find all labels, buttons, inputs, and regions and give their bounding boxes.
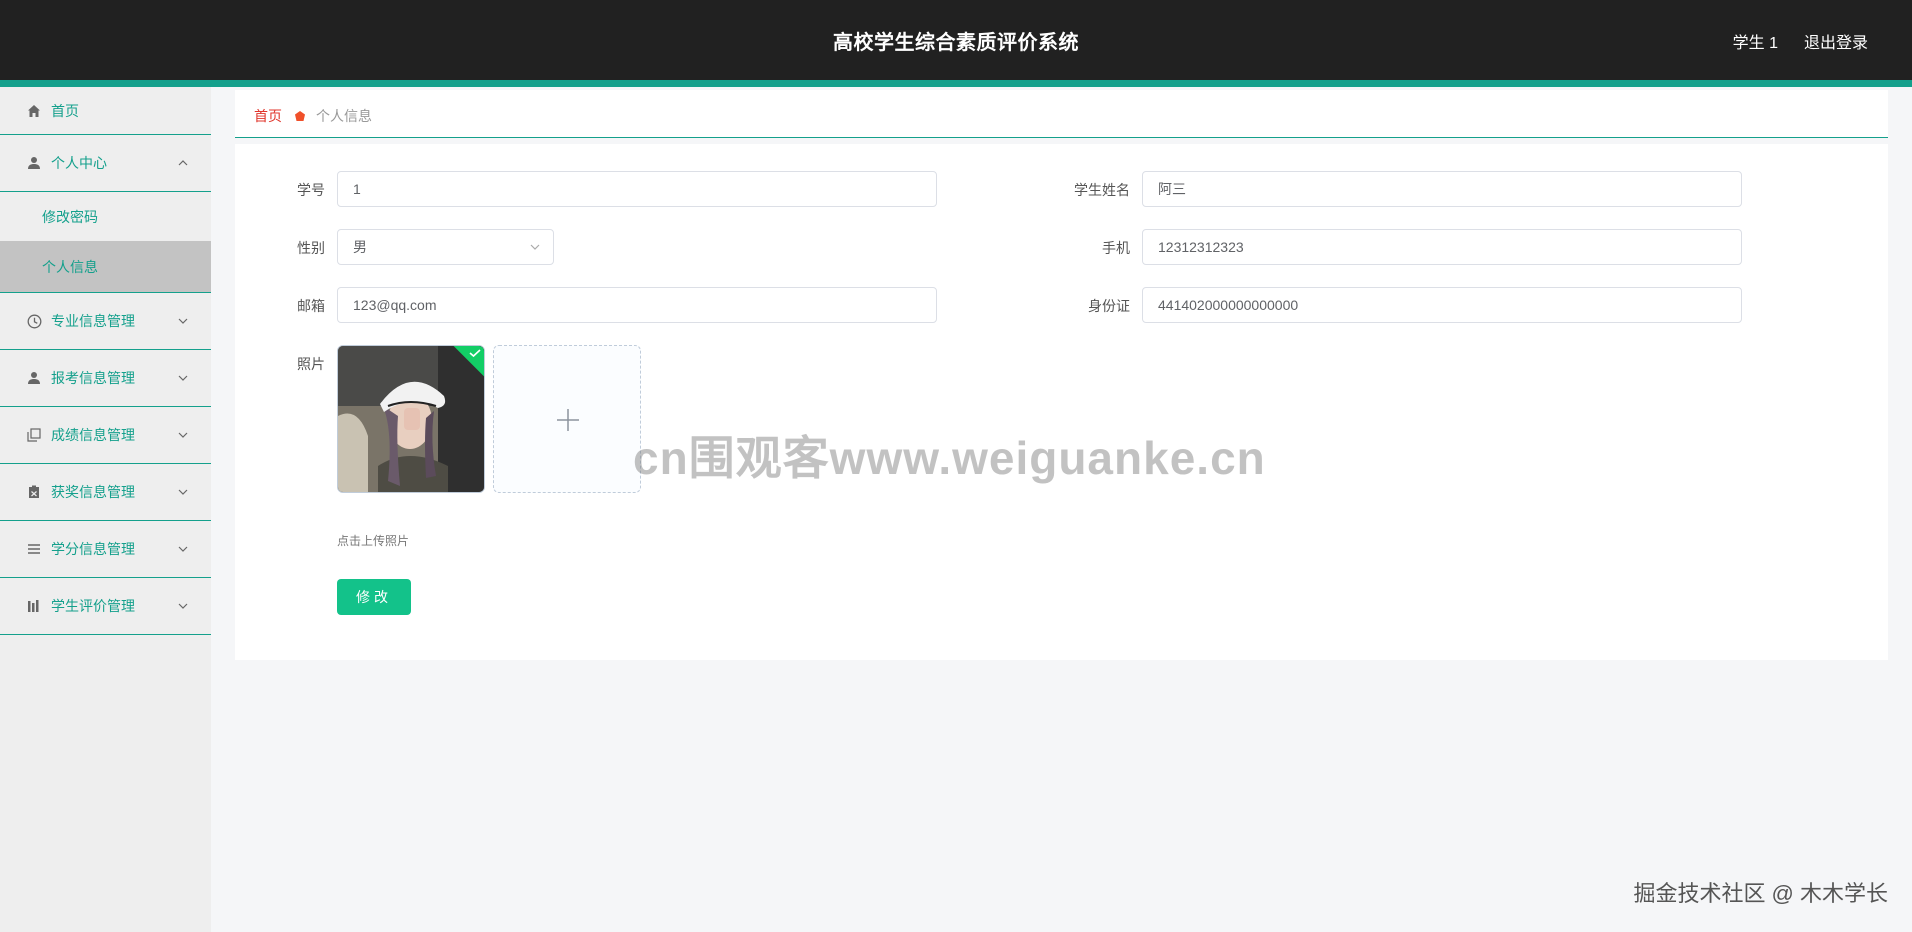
- student-name-input[interactable]: 阿三: [1142, 171, 1742, 207]
- app-title: 高校学生综合素质评价系统: [833, 32, 1079, 54]
- sidebar-item-major[interactable]: 专业信息管理: [0, 293, 211, 350]
- photo-image: [338, 346, 484, 492]
- sidebar-item-label: 成绩信息管理: [51, 427, 135, 443]
- chevron-down-icon: [530, 244, 540, 250]
- sidebar-item-credits[interactable]: 学分信息管理: [0, 521, 211, 578]
- sidebar-item-home[interactable]: 首页: [0, 87, 211, 135]
- home-icon: [26, 103, 42, 119]
- id-card-input[interactable]: 441402000000000000: [1142, 287, 1742, 323]
- gender-select-value: 男: [353, 239, 367, 255]
- current-user: 学生 1: [1732, 35, 1778, 52]
- footer-watermark: 掘金技术社区 @ 木木学长: [1633, 881, 1888, 906]
- header-accent-bar: [0, 80, 1912, 87]
- plus-icon: [557, 409, 579, 431]
- chevron-down-icon: [178, 375, 188, 381]
- chart-icon: [26, 598, 42, 614]
- email-label: 邮箱: [297, 298, 325, 314]
- gender-select[interactable]: 男: [337, 229, 554, 265]
- copy-icon: [26, 427, 42, 443]
- user-icon: [26, 370, 42, 386]
- phone-label: 手机: [1102, 240, 1130, 256]
- watermark-text: cn围观客www.weiguanke.cn: [633, 432, 1266, 484]
- breadcrumb-home-link[interactable]: 首页: [254, 106, 282, 126]
- gender-label: 性别: [297, 240, 325, 256]
- id-card-label: 身份证: [1088, 298, 1130, 314]
- phone-input[interactable]: 12312312323: [1142, 229, 1742, 265]
- breadcrumb-separator-icon: [294, 110, 306, 122]
- chevron-down-icon: [178, 603, 188, 609]
- sidebar-item-label: 学分信息管理: [51, 541, 135, 557]
- breadcrumb-current: 个人信息: [316, 108, 372, 124]
- photo-upload-button[interactable]: [493, 345, 641, 493]
- sidebar-item-label: 获奖信息管理: [51, 484, 135, 500]
- student-no-input[interactable]: 1: [337, 171, 937, 207]
- sidebar-item-label: 个人中心: [51, 155, 107, 171]
- sidebar-subitem-change-password[interactable]: 修改密码: [0, 192, 211, 241]
- chevron-down-icon: [178, 318, 188, 324]
- sidebar-item-label: 专业信息管理: [51, 313, 135, 329]
- sidebar-item-personal-center[interactable]: 个人中心: [0, 135, 211, 192]
- photo-label: 照片: [297, 356, 325, 372]
- sidebar-subitem-personal-info[interactable]: 个人信息: [0, 241, 211, 293]
- uploaded-photo[interactable]: [337, 345, 485, 493]
- email-input[interactable]: 123@qq.com: [337, 287, 937, 323]
- sidebar: 首页 个人中心 修改密码 个人信息 专业信息管理 报考信息管理 成绩信息管理 获…: [0, 87, 211, 932]
- student-no-label: 学号: [297, 182, 325, 198]
- chevron-down-icon: [178, 432, 188, 438]
- top-header: 高校学生综合素质评价系统 学生 1 退出登录: [0, 0, 1912, 80]
- student-name-label: 学生姓名: [1074, 182, 1130, 198]
- sidebar-item-scores[interactable]: 成绩信息管理: [0, 407, 211, 464]
- chevron-up-icon: [178, 160, 188, 166]
- chevron-down-icon: [178, 489, 188, 495]
- sidebar-item-evaluation[interactable]: 学生评价管理: [0, 578, 211, 635]
- sidebar-item-label: 首页: [51, 102, 79, 119]
- breadcrumb: 首页 个人信息: [235, 90, 1888, 138]
- modify-button[interactable]: 修改: [337, 579, 411, 615]
- upload-tip: 点击上传照片: [337, 534, 410, 548]
- sidebar-item-label: 学生评价管理: [51, 598, 135, 614]
- sidebar-item-application[interactable]: 报考信息管理: [0, 350, 211, 407]
- check-icon: [469, 349, 481, 358]
- list-icon: [26, 541, 42, 557]
- chevron-down-icon: [178, 546, 188, 552]
- clock-icon: [26, 313, 42, 329]
- user-icon: [26, 155, 42, 171]
- logout-link[interactable]: 退出登录: [1804, 29, 1868, 53]
- sidebar-item-label: 报考信息管理: [51, 370, 135, 386]
- sidebar-item-awards[interactable]: 获奖信息管理: [0, 464, 211, 521]
- clipboard-icon: [26, 484, 42, 500]
